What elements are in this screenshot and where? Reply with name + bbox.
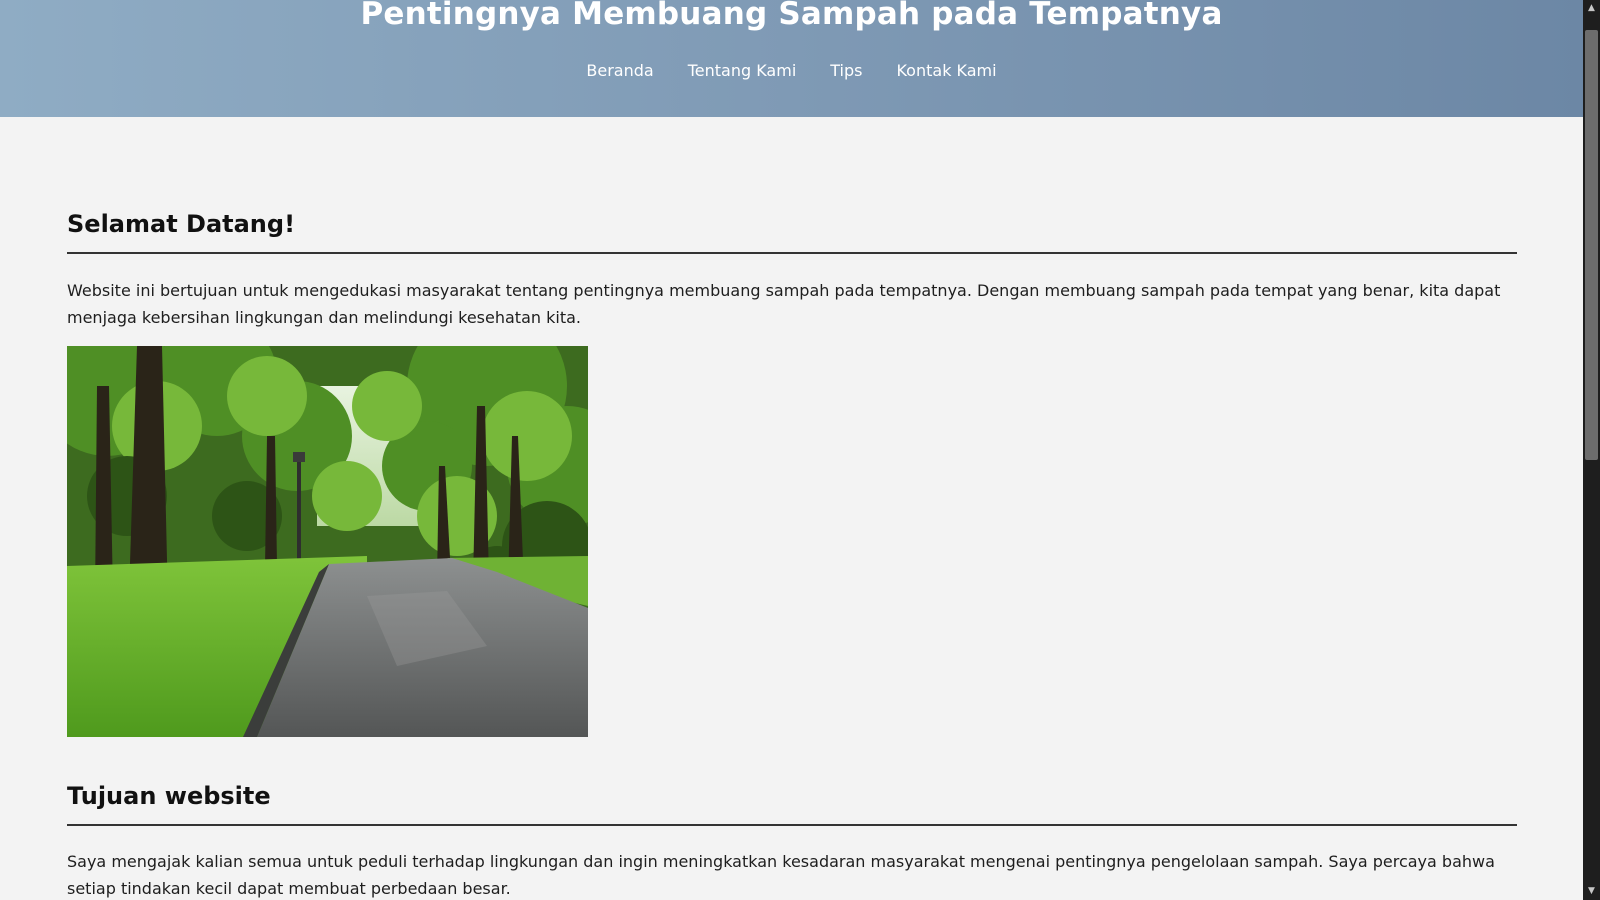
scroll-down-arrow-icon[interactable]: ▼: [1583, 883, 1600, 900]
goal-paragraph: Saya mengajak kalian semua untuk peduli …: [67, 852, 1495, 898]
scroll-up-arrow-icon[interactable]: ▲: [1583, 0, 1600, 17]
welcome-heading: Selamat Datang!: [67, 210, 296, 238]
site-title: Pentingnya Membuang Sampah pada Tempatny…: [360, 0, 1223, 32]
park-path-illustration: [67, 346, 588, 737]
page-viewport: Pentingnya Membuang Sampah pada Tempatny…: [0, 0, 1583, 900]
nav-link-tips[interactable]: Tips: [830, 60, 862, 82]
nav-link-beranda[interactable]: Beranda: [586, 60, 653, 82]
goal-divider: [67, 824, 1517, 826]
vertical-scrollbar[interactable]: ▲ ▼: [1583, 0, 1600, 900]
main-nav: Beranda Tentang Kami Tips Kontak Kami: [0, 60, 1583, 82]
park-path-image: [67, 346, 588, 737]
nav-link-kontak-kami[interactable]: Kontak Kami: [896, 60, 996, 82]
goal-heading: Tujuan website: [67, 782, 271, 810]
nav-link-tentang-kami[interactable]: Tentang Kami: [688, 60, 797, 82]
scrollbar-thumb[interactable]: [1585, 30, 1598, 460]
welcome-paragraph: Website ini bertujuan untuk mengedukasi …: [67, 281, 1501, 327]
site-header: Pentingnya Membuang Sampah pada Tempatny…: [0, 0, 1583, 117]
welcome-divider: [67, 252, 1517, 254]
